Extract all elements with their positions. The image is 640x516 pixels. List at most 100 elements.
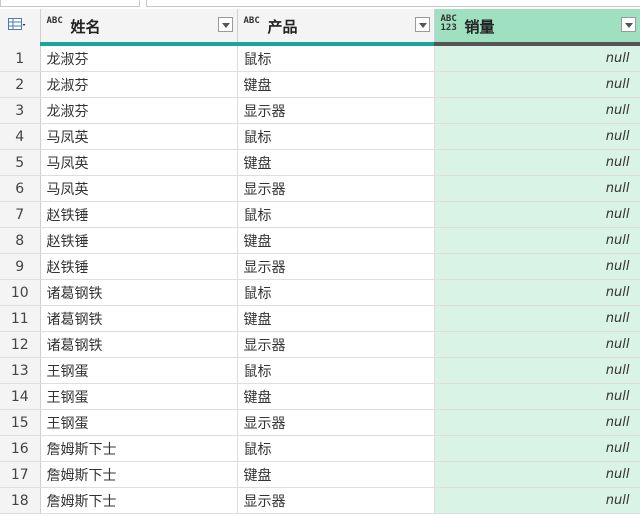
row-number[interactable]: 15 bbox=[0, 409, 41, 436]
column-quality-bar bbox=[434, 42, 640, 46]
table-row[interactable]: 7 赵铁锤 鼠标 null bbox=[0, 201, 640, 228]
cell-name[interactable]: 马凤英 bbox=[40, 123, 238, 150]
cell-name[interactable]: 马凤英 bbox=[40, 149, 238, 176]
cell-product[interactable]: 键盘 bbox=[237, 71, 435, 98]
cell-sales[interactable]: null bbox=[434, 227, 640, 254]
row-number[interactable]: 16 bbox=[0, 435, 41, 462]
cell-name[interactable]: 詹姆斯下士 bbox=[40, 461, 238, 488]
cell-product[interactable]: 鼠标 bbox=[237, 46, 435, 72]
cell-product[interactable]: 键盘 bbox=[237, 227, 435, 254]
row-number[interactable]: 8 bbox=[0, 227, 41, 254]
cell-product[interactable]: 鼠标 bbox=[237, 201, 435, 228]
row-number[interactable]: 11 bbox=[0, 305, 41, 332]
table-row[interactable]: 2 龙淑芬 键盘 null bbox=[0, 71, 640, 98]
chevron-down-icon[interactable] bbox=[620, 17, 636, 32]
cell-sales[interactable]: null bbox=[434, 46, 640, 72]
table-row[interactable]: 17 詹姆斯下士 键盘 null bbox=[0, 461, 640, 488]
table-row[interactable]: 16 詹姆斯下士 鼠标 null bbox=[0, 435, 640, 462]
cell-name[interactable]: 龙淑芬 bbox=[40, 71, 238, 98]
cell-name[interactable]: 王钢蛋 bbox=[40, 383, 238, 410]
column-header-sales[interactable]: ABC 123 销量 bbox=[434, 9, 640, 42]
table-row[interactable]: 3 龙淑芬 显示器 null bbox=[0, 97, 640, 124]
cell-product[interactable]: 键盘 bbox=[237, 305, 435, 332]
table-row[interactable]: 11 诸葛钢铁 键盘 null bbox=[0, 305, 640, 332]
table-row[interactable]: 5 马凤英 键盘 null bbox=[0, 149, 640, 176]
row-number[interactable]: 6 bbox=[0, 175, 41, 202]
row-number[interactable]: 18 bbox=[0, 487, 41, 514]
column-quality-bar bbox=[237, 42, 434, 46]
cell-product[interactable]: 显示器 bbox=[237, 97, 435, 124]
cell-name[interactable]: 诸葛钢铁 bbox=[40, 279, 238, 306]
cell-product[interactable]: 键盘 bbox=[237, 149, 435, 176]
cell-product[interactable]: 显示器 bbox=[237, 487, 435, 514]
cell-product[interactable]: 鼠标 bbox=[237, 279, 435, 306]
cell-name[interactable]: 马凤英 bbox=[40, 175, 238, 202]
table-row[interactable]: 6 马凤英 显示器 null bbox=[0, 175, 640, 202]
cell-product[interactable]: 显示器 bbox=[237, 409, 435, 436]
row-number[interactable]: 5 bbox=[0, 149, 41, 176]
column-header-name[interactable]: ABC 姓名 bbox=[40, 9, 238, 42]
cell-sales[interactable]: null bbox=[434, 305, 640, 332]
table-row[interactable]: 9 赵铁锤 显示器 null bbox=[0, 253, 640, 280]
cell-name[interactable]: 诸葛钢铁 bbox=[40, 305, 238, 332]
cell-name[interactable]: 王钢蛋 bbox=[40, 409, 238, 436]
row-number[interactable]: 2 bbox=[0, 71, 41, 98]
cell-sales[interactable]: null bbox=[434, 97, 640, 124]
cell-name[interactable]: 龙淑芬 bbox=[40, 97, 238, 124]
row-number[interactable]: 3 bbox=[0, 97, 41, 124]
cell-name[interactable]: 赵铁锤 bbox=[40, 227, 238, 254]
table-row[interactable]: 15 王钢蛋 显示器 null bbox=[0, 409, 640, 436]
cell-sales[interactable]: null bbox=[434, 435, 640, 462]
cell-sales[interactable]: null bbox=[434, 71, 640, 98]
table-row[interactable]: 14 王钢蛋 键盘 null bbox=[0, 383, 640, 410]
cell-sales[interactable]: null bbox=[434, 201, 640, 228]
row-number[interactable]: 9 bbox=[0, 253, 41, 280]
row-number[interactable]: 12 bbox=[0, 331, 41, 358]
cell-sales[interactable]: null bbox=[434, 331, 640, 358]
cell-name[interactable]: 龙淑芬 bbox=[40, 46, 238, 72]
cell-name[interactable]: 王钢蛋 bbox=[40, 357, 238, 384]
cell-product[interactable]: 显示器 bbox=[237, 175, 435, 202]
table-row[interactable]: 10 诸葛钢铁 鼠标 null bbox=[0, 279, 640, 306]
cell-sales[interactable]: null bbox=[434, 383, 640, 410]
cell-name[interactable]: 诸葛钢铁 bbox=[40, 331, 238, 358]
cell-sales[interactable]: null bbox=[434, 149, 640, 176]
table-row[interactable]: 13 王钢蛋 鼠标 null bbox=[0, 357, 640, 384]
cell-product[interactable]: 鼠标 bbox=[237, 123, 435, 150]
row-number[interactable]: 7 bbox=[0, 201, 41, 228]
cell-name[interactable]: 詹姆斯下士 bbox=[40, 487, 238, 514]
table-menu-button[interactable] bbox=[0, 9, 41, 42]
cell-product[interactable]: 鼠标 bbox=[237, 435, 435, 462]
cell-product[interactable]: 显示器 bbox=[237, 253, 435, 280]
table-row[interactable]: 8 赵铁锤 键盘 null bbox=[0, 227, 640, 254]
column-header-product[interactable]: ABC 产品 bbox=[237, 9, 435, 42]
cell-sales[interactable]: null bbox=[434, 487, 640, 514]
cell-name[interactable]: 赵铁锤 bbox=[40, 253, 238, 280]
chevron-down-icon[interactable] bbox=[217, 17, 233, 32]
cell-sales[interactable]: null bbox=[434, 279, 640, 306]
row-number[interactable]: 4 bbox=[0, 123, 41, 150]
cell-product[interactable]: 鼠标 bbox=[237, 357, 435, 384]
cell-sales[interactable]: null bbox=[434, 123, 640, 150]
table-row[interactable]: 1 龙淑芬 鼠标 null bbox=[0, 46, 640, 72]
cell-sales[interactable]: null bbox=[434, 409, 640, 436]
cell-name[interactable]: 詹姆斯下士 bbox=[40, 435, 238, 462]
row-number[interactable]: 10 bbox=[0, 279, 41, 306]
row-number[interactable]: 14 bbox=[0, 383, 41, 410]
table-row[interactable]: 18 詹姆斯下士 显示器 null bbox=[0, 487, 640, 514]
row-number[interactable]: 13 bbox=[0, 357, 41, 384]
cell-sales[interactable]: null bbox=[434, 175, 640, 202]
cell-product[interactable]: 键盘 bbox=[237, 461, 435, 488]
row-number[interactable]: 1 bbox=[0, 46, 41, 72]
cell-product[interactable]: 显示器 bbox=[237, 331, 435, 358]
cell-name[interactable]: 赵铁锤 bbox=[40, 201, 238, 228]
cell-sales[interactable]: null bbox=[434, 253, 640, 280]
chevron-down-icon[interactable] bbox=[414, 17, 430, 32]
table-row[interactable]: 12 诸葛钢铁 显示器 null bbox=[0, 331, 640, 358]
cell-sales[interactable]: null bbox=[434, 357, 640, 384]
cell-sales[interactable]: null bbox=[434, 461, 640, 488]
cell-product[interactable]: 键盘 bbox=[237, 383, 435, 410]
top-bar-left bbox=[0, 0, 140, 7]
row-number[interactable]: 17 bbox=[0, 461, 41, 488]
table-row[interactable]: 4 马凤英 鼠标 null bbox=[0, 123, 640, 150]
